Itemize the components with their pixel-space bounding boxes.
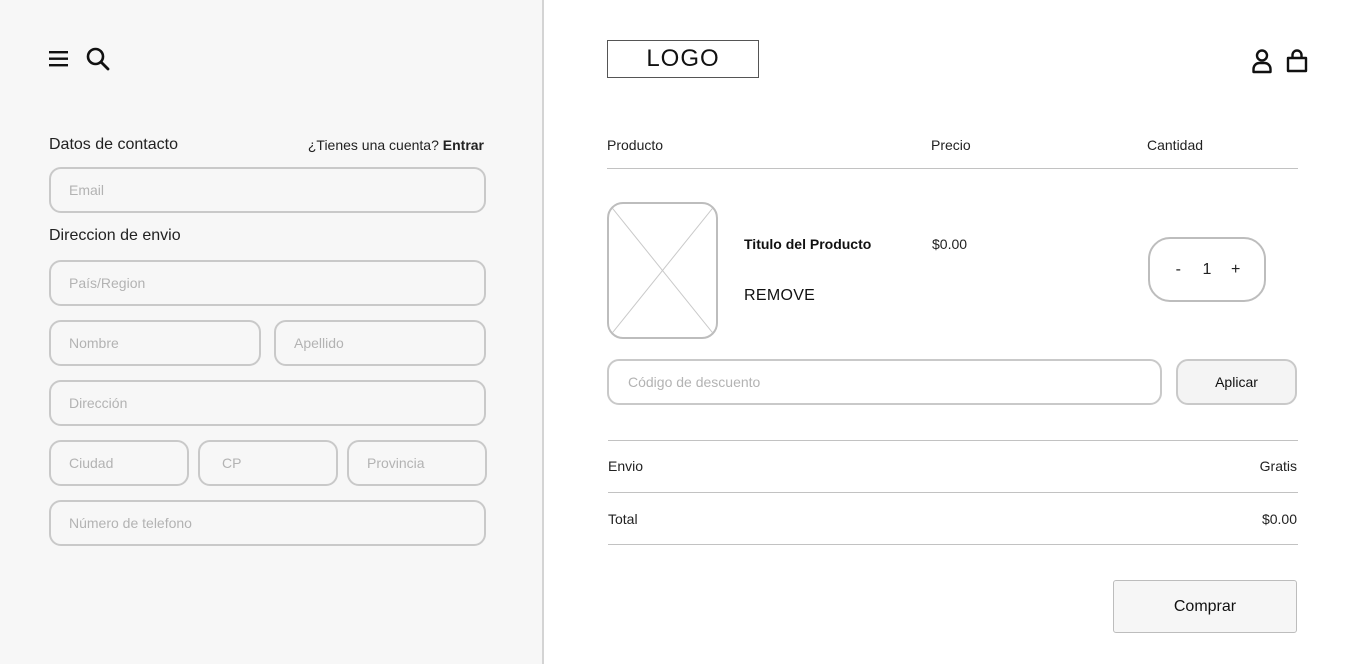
- column-header-product: Producto: [607, 137, 664, 153]
- checkout-form-panel: Datos de contacto ¿Tienes una cuenta? En…: [0, 0, 544, 664]
- quantity-increase-button[interactable]: +: [1229, 261, 1243, 279]
- last-name-field[interactable]: [274, 320, 486, 366]
- quantity-decrease-button[interactable]: -: [1171, 261, 1185, 279]
- shipping-value: Gratis: [1259, 458, 1297, 474]
- account-prompt: ¿Tienes una cuenta? Entrar: [308, 137, 484, 153]
- login-link[interactable]: Entrar: [443, 137, 484, 153]
- province-field[interactable]: [347, 440, 487, 486]
- summary-divider-top: [608, 440, 1298, 441]
- header-divider: [607, 168, 1298, 169]
- shipping-label: Envio: [608, 458, 644, 474]
- logo[interactable]: LOGO: [607, 40, 759, 78]
- buy-button[interactable]: Comprar: [1113, 580, 1297, 633]
- shipping-section-label: Direccion de envio: [49, 227, 181, 244]
- discount-code-field[interactable]: [607, 359, 1162, 405]
- search-icon[interactable]: [85, 46, 111, 72]
- menu-icon[interactable]: [48, 49, 70, 69]
- account-prompt-text: ¿Tienes una cuenta?: [307, 137, 439, 153]
- address-field[interactable]: [49, 380, 486, 426]
- product-price: $0.00: [932, 236, 968, 252]
- apply-discount-button[interactable]: Aplicar: [1176, 359, 1297, 405]
- user-icon[interactable]: [1251, 48, 1273, 74]
- email-field[interactable]: [49, 167, 486, 213]
- order-summary-panel: LOGO Producto Precio Cantidad Titulo del…: [545, 0, 1366, 664]
- column-header-quantity: Cantidad: [1147, 137, 1204, 153]
- quantity-stepper: - 1 +: [1148, 237, 1266, 302]
- phone-field[interactable]: [49, 500, 486, 546]
- contact-section-label: Datos de contacto: [49, 136, 178, 153]
- product-title: Titulo del Producto: [744, 236, 872, 252]
- quantity-value: 1: [1202, 260, 1212, 278]
- summary-divider-middle: [608, 492, 1298, 493]
- zip-field[interactable]: [198, 440, 338, 486]
- remove-button[interactable]: REMOVE: [744, 287, 815, 305]
- shopping-bag-icon[interactable]: [1286, 48, 1308, 74]
- first-name-field[interactable]: [49, 320, 261, 366]
- product-image-placeholder: [607, 202, 718, 339]
- total-label: Total: [608, 511, 638, 527]
- city-field[interactable]: [49, 440, 189, 486]
- country-field[interactable]: [49, 260, 486, 306]
- summary-divider-bottom: [608, 544, 1298, 545]
- column-header-price: Precio: [931, 137, 971, 153]
- total-value: $0.00: [1261, 511, 1297, 527]
